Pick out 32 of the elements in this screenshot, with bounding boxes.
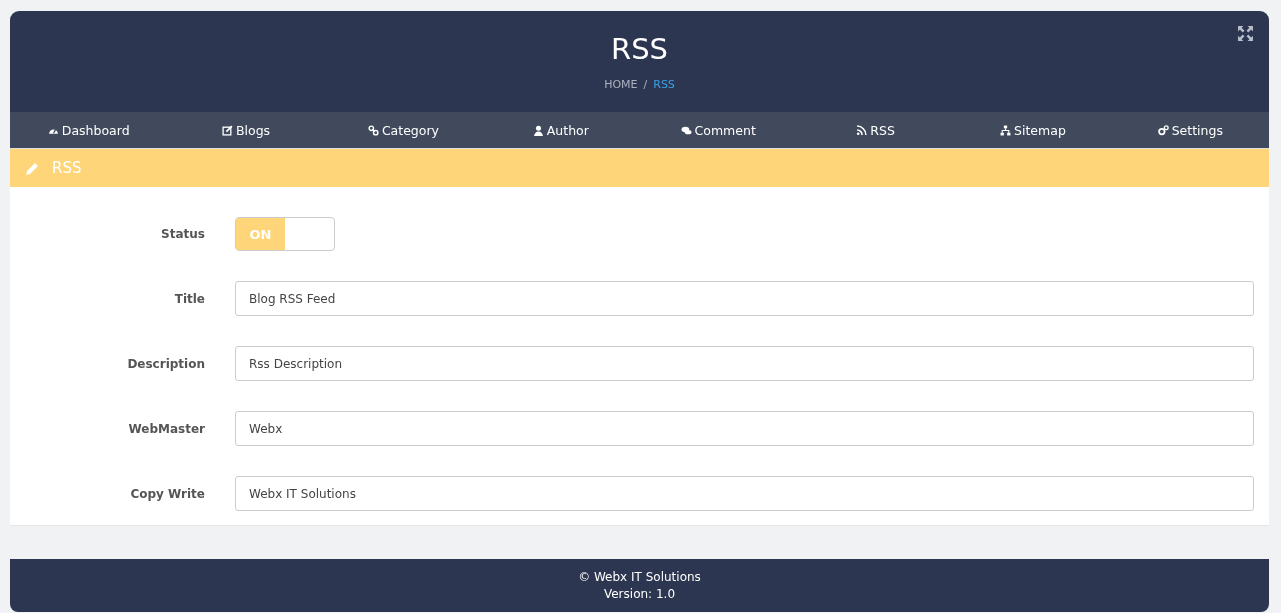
text-field[interactable]: Rss Description: [235, 346, 1254, 381]
text-field[interactable]: Blog RSS Feed: [235, 281, 1254, 316]
field-label: Copy Write: [129, 486, 206, 501]
field-label: WebMaster: [127, 421, 206, 436]
user-icon: [532, 124, 544, 136]
nav-link[interactable]: Category: [324, 122, 483, 138]
nav-link[interactable]: Blogs: [167, 122, 325, 138]
pencil-icon: [25, 160, 40, 176]
nav-link[interactable]: Settings: [1111, 122, 1269, 138]
text-field[interactable]: Webx: [235, 411, 1254, 446]
edit-icon: [222, 124, 233, 136]
sitemap-icon: [1000, 124, 1012, 136]
field-label: Status: [160, 227, 206, 241]
nav-link[interactable]: Comment: [639, 122, 797, 138]
version-text: Version: 1.0: [603, 585, 676, 603]
nav-link[interactable]: RSS: [796, 122, 955, 138]
nav-link[interactable]: Dashboard: [10, 122, 168, 138]
breadcrumb-separator: /: [643, 78, 648, 91]
comments-icon: [680, 124, 692, 136]
field-label: Title: [173, 291, 206, 306]
fullscreen-icon[interactable]: [1237, 25, 1254, 42]
page-title: RSS: [611, 31, 668, 67]
text-field[interactable]: Webx IT Solutions: [235, 476, 1254, 511]
breadcrumb-link[interactable]: RSS: [653, 78, 675, 91]
link-icon: [367, 124, 379, 136]
breadcrumb-link[interactable]: HOME: [604, 78, 638, 91]
panel-title: RSS: [52, 159, 82, 177]
copyright-text: © Webx IT Solutions: [578, 568, 701, 586]
field-label: Description: [126, 356, 206, 371]
nav-link[interactable]: Author: [482, 122, 640, 138]
rss-icon: [856, 124, 868, 136]
nav-link[interactable]: Sitemap: [954, 122, 1112, 138]
